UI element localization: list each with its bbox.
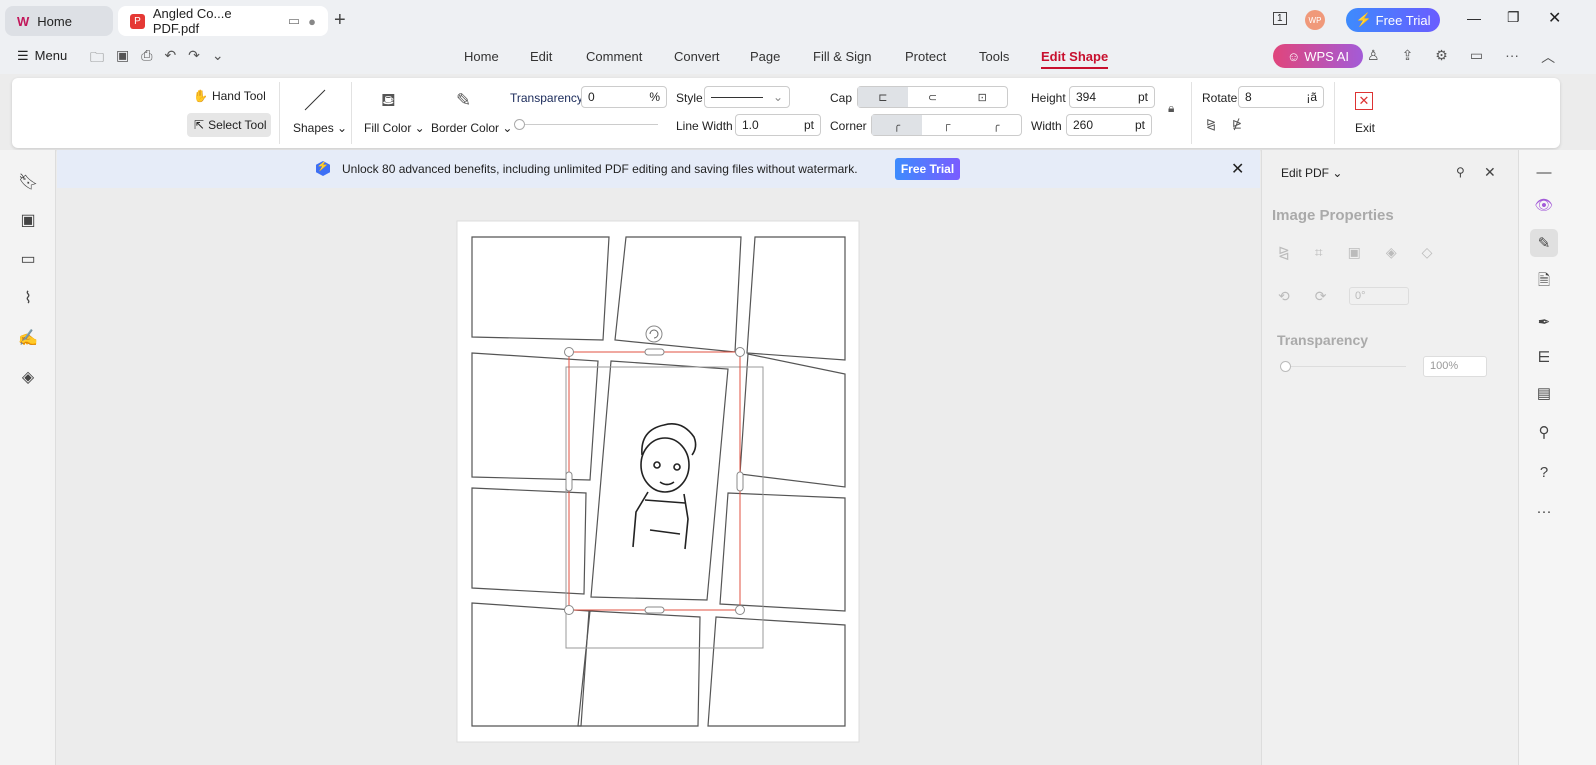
search-icon[interactable]: ⚲ — [1530, 418, 1558, 446]
lightning-icon: ⚡ — [1355, 12, 1372, 27]
transparency-heading: Transparency — [1277, 332, 1369, 348]
collapse-panel-icon[interactable]: — — [1530, 158, 1558, 186]
image-properties-heading: Image Properties — [1272, 207, 1394, 224]
ai-bot-icon: ☺ — [1286, 48, 1301, 64]
comment-icon[interactable]: ▭ — [1470, 47, 1483, 67]
send-backward-icon[interactable]: ◇ — [1422, 244, 1433, 261]
compare-icon[interactable]: ⋿ — [1530, 343, 1558, 371]
edit-pdf-dropdown[interactable]: Edit PDF ⌄ — [1281, 166, 1342, 180]
exit-icon[interactable]: ✕ — [1355, 92, 1373, 110]
page-indicator[interactable]: 1 — [1273, 12, 1287, 25]
panel-transparency-input[interactable]: 100% — [1423, 356, 1487, 377]
rotate-left-icon[interactable]: ⟲ — [1278, 288, 1290, 305]
more-options-icon[interactable]: ··· — [1530, 497, 1558, 525]
wps-ai-label: WPS AI — [1304, 48, 1350, 64]
rotate-handle-icon — [645, 325, 663, 343]
edit-pdf-icon[interactable]: ✎ — [1530, 229, 1558, 257]
restore-button[interactable]: ❐ — [1507, 9, 1520, 26]
avatar[interactable]: WP — [1305, 10, 1325, 30]
user-icon[interactable]: ♙ — [1367, 47, 1380, 67]
collapse-icon[interactable]: ︿ — [1541, 47, 1555, 67]
panel-close-icon[interactable]: ✕ — [1484, 164, 1496, 181]
resize-handle — [564, 347, 574, 357]
free-trial-button[interactable]: ⚡ Free Trial — [1346, 8, 1440, 32]
help-icon[interactable]: ? — [1530, 458, 1558, 486]
share-icon[interactable]: ⇪ — [1402, 47, 1414, 67]
gear-icon[interactable]: ⚙ — [1435, 47, 1448, 67]
panel-title: Edit PDF — [1281, 166, 1330, 180]
more-icon[interactable]: ··· — [1505, 47, 1519, 67]
flip-icon[interactable]: ⧎ — [1278, 244, 1290, 261]
panel-transparency-slider[interactable] — [1280, 361, 1406, 372]
bring-forward-icon[interactable]: ◈ — [1386, 244, 1397, 261]
pin-icon[interactable]: ⚲ — [1456, 165, 1465, 179]
crop-icon[interactable]: ⌗ — [1315, 244, 1323, 261]
resize-handle — [735, 605, 745, 615]
sign-pen-icon[interactable]: ✒ — [1530, 308, 1558, 336]
minimize-button[interactable]: — — [1467, 10, 1481, 26]
wps-ai-button[interactable]: ☺ WPS AI — [1273, 44, 1363, 68]
convert-doc-icon[interactable]: 🗎 — [1530, 268, 1558, 296]
resize-handle — [644, 606, 665, 614]
rotate-unit: ¡ã — [1306, 90, 1317, 104]
resize-handle — [565, 471, 573, 492]
resize-handle — [736, 471, 744, 492]
document-canvas — [456, 220, 860, 743]
resize-handle — [564, 605, 574, 615]
film-icon[interactable]: ▤ — [1530, 379, 1558, 407]
close-window-button[interactable]: ✕ — [1548, 8, 1561, 28]
rotate-right-icon[interactable]: ⟳ — [1315, 288, 1327, 305]
exit-button[interactable]: Exit — [1355, 121, 1375, 135]
resize-handle — [735, 347, 745, 357]
free-trial-label: Free Trial — [1375, 12, 1431, 28]
angle-input[interactable]: 0° — [1349, 287, 1409, 305]
edit-pdf-panel: Edit PDF ⌄ ⚲ ✕ Image Properties ⧎ ⌗ ▣ ◈ ◇ ⟲ ⟳… — [1261, 150, 1518, 765]
ai-eye-icon[interactable]: 👁︎ — [1530, 191, 1558, 219]
replace-image-icon[interactable]: ▣ — [1348, 244, 1361, 261]
resize-handle — [644, 348, 665, 356]
